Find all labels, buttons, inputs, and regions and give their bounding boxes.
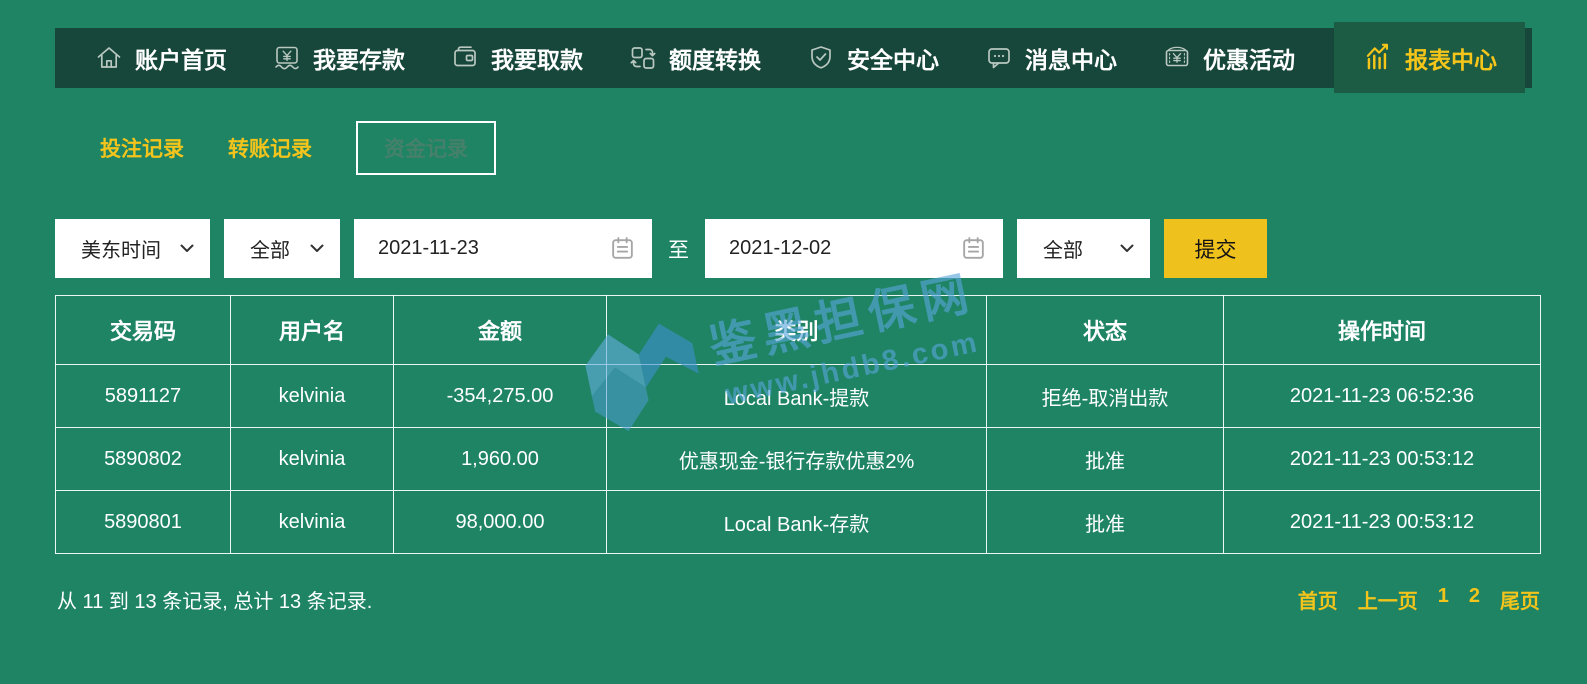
- nav-item-label: 账户首页: [135, 41, 227, 75]
- top-navbar: 账户首页 我要存款 我要取款: [55, 28, 1532, 88]
- records-summary: 从 11 到 13 条记录, 总计 13 条记录.: [57, 585, 372, 614]
- cell-username: kelvinia: [231, 428, 394, 491]
- pagination-page-2[interactable]: 2: [1469, 585, 1480, 614]
- header-operation-time: 操作时间: [1224, 296, 1541, 365]
- cell-status: 批准: [987, 428, 1224, 491]
- header-type: 类别: [607, 296, 987, 365]
- date-from-value: 2021-11-23: [378, 237, 479, 260]
- calendar-icon[interactable]: [609, 235, 636, 262]
- date-from-input[interactable]: 2021-11-23: [354, 219, 652, 278]
- nav-item-label: 安全中心: [847, 41, 939, 75]
- nav-item-report-center[interactable]: 报表中心: [1334, 22, 1525, 93]
- cell-transaction-code: 5891127: [56, 365, 231, 428]
- cell-amount: 1,960.00: [394, 428, 607, 491]
- table-row: 5890802 kelvinia 1,960.00 优惠现金-银行存款优惠2% …: [56, 428, 1541, 491]
- chevron-down-icon: [310, 244, 324, 253]
- status-select-value: 全部: [1043, 234, 1083, 263]
- header-username: 用户名: [231, 296, 394, 365]
- chevron-down-icon: [180, 244, 194, 253]
- nav-item-label: 我要取款: [491, 41, 583, 75]
- table-row: 5891127 kelvinia -354,275.00 Local Bank-…: [56, 365, 1541, 428]
- pagination-prev[interactable]: 上一页: [1358, 585, 1418, 614]
- chevron-down-icon: [1120, 244, 1134, 253]
- cell-operation-time: 2021-11-23 00:53:12: [1224, 428, 1541, 491]
- record-tabs: 投注记录 转账记录 资金记录: [100, 124, 496, 172]
- calendar-icon[interactable]: [960, 235, 987, 262]
- filter-bar: 美东时间 全部 2021-11-23 至 2021-12-02 全部 提交: [55, 219, 1267, 278]
- pagination-last[interactable]: 尾页: [1500, 585, 1540, 614]
- cell-status: 批准: [987, 491, 1224, 554]
- nav-item-promotions[interactable]: 优惠活动: [1156, 28, 1301, 88]
- nav-item-account-home[interactable]: 账户首页: [88, 28, 233, 88]
- nav-item-label: 优惠活动: [1203, 41, 1295, 75]
- cell-operation-time: 2021-11-23 06:52:36: [1224, 365, 1541, 428]
- header-amount: 金额: [394, 296, 607, 365]
- nav-item-label: 消息中心: [1025, 41, 1117, 75]
- header-status: 状态: [987, 296, 1224, 365]
- chart-growth-icon: [1362, 42, 1394, 74]
- pagination-page-1[interactable]: 1: [1438, 585, 1449, 614]
- nav-item-withdraw[interactable]: 我要取款: [444, 28, 589, 88]
- date-to-input[interactable]: 2021-12-02: [705, 219, 1003, 278]
- tab-fund-records[interactable]: 资金记录: [356, 121, 496, 175]
- timezone-select-value: 美东时间: [81, 234, 161, 263]
- table-header-row: 交易码 用户名 金额 类别 状态 操作时间: [56, 296, 1541, 365]
- tab-transfer-records[interactable]: 转账记录: [228, 133, 312, 163]
- message-bubble-icon: [984, 43, 1014, 73]
- date-range-to-label: 至: [668, 234, 689, 264]
- table-row: 5890801 kelvinia 98,000.00 Local Bank-存款…: [56, 491, 1541, 554]
- pagination: 首页 上一页 1 2 尾页: [1298, 585, 1540, 614]
- fund-records-table: 交易码 用户名 金额 类别 状态 操作时间 5891127 kelvinia -…: [55, 295, 1541, 554]
- nav-item-limit-transfer[interactable]: 额度转换: [622, 28, 767, 88]
- nav-item-label: 报表中心: [1405, 41, 1497, 75]
- submit-button[interactable]: 提交: [1164, 219, 1267, 278]
- nav-item-label: 我要存款: [313, 41, 405, 75]
- transfer-icon: [628, 43, 658, 73]
- cell-transaction-code: 5890801: [56, 491, 231, 554]
- nav-item-security-center[interactable]: 安全中心: [800, 28, 945, 88]
- header-transaction-code: 交易码: [56, 296, 231, 365]
- pagination-first[interactable]: 首页: [1298, 585, 1338, 614]
- nav-item-label: 额度转换: [669, 41, 761, 75]
- nav-item-deposit[interactable]: 我要存款: [266, 28, 411, 88]
- withdraw-wallet-icon: [450, 43, 480, 73]
- cell-type: Local Bank-存款: [607, 491, 987, 554]
- nav-item-message-center[interactable]: 消息中心: [978, 28, 1123, 88]
- status-select[interactable]: 全部: [1017, 219, 1150, 278]
- tab-bet-records[interactable]: 投注记录: [100, 133, 184, 163]
- deposit-icon: [272, 43, 302, 73]
- category-select[interactable]: 全部: [224, 219, 340, 278]
- date-to-value: 2021-12-02: [729, 237, 831, 260]
- timezone-select[interactable]: 美东时间: [55, 219, 210, 278]
- home-icon: [94, 43, 124, 73]
- category-select-value: 全部: [250, 234, 290, 263]
- cell-username: kelvinia: [231, 365, 394, 428]
- cell-type: Local Bank-提款: [607, 365, 987, 428]
- cell-amount: 98,000.00: [394, 491, 607, 554]
- cell-type: 优惠现金-银行存款优惠2%: [607, 428, 987, 491]
- cell-operation-time: 2021-11-23 00:53:12: [1224, 491, 1541, 554]
- coupon-icon: [1162, 43, 1192, 73]
- cell-status: 拒绝-取消出款: [987, 365, 1224, 428]
- shield-check-icon: [806, 43, 836, 73]
- cell-amount: -354,275.00: [394, 365, 607, 428]
- cell-transaction-code: 5890802: [56, 428, 231, 491]
- cell-username: kelvinia: [231, 491, 394, 554]
